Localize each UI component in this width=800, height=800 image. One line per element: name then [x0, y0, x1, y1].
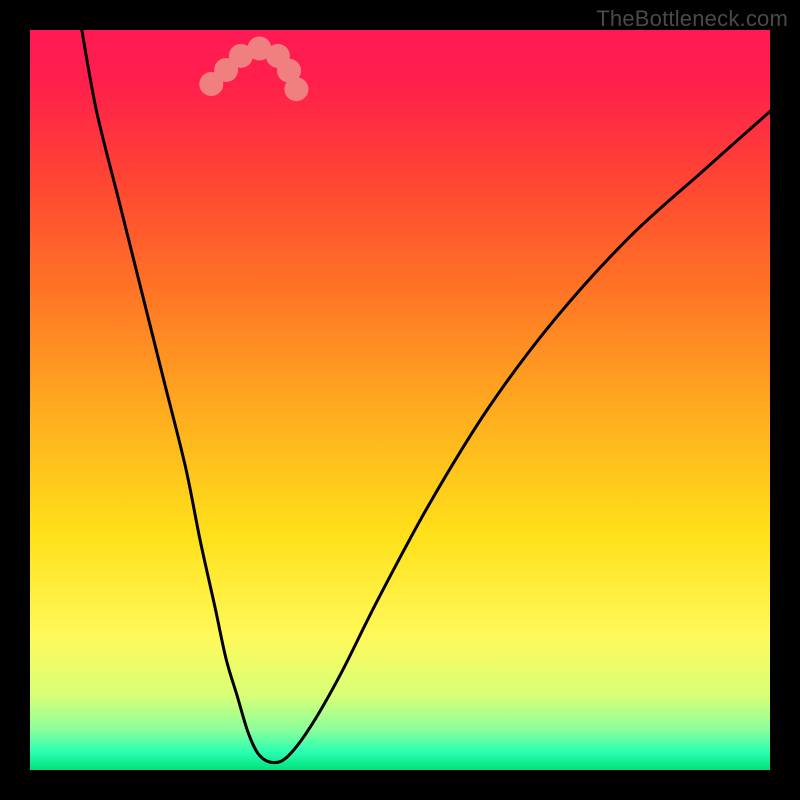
- bottleneck-curve: [82, 30, 770, 763]
- curve-layer: [30, 30, 770, 770]
- watermark-text: TheBottleneck.com: [596, 6, 788, 32]
- highlight-markers: [199, 37, 308, 102]
- plot-area: [30, 30, 770, 770]
- chart-frame: TheBottleneck.com: [0, 0, 800, 800]
- marker-dot: [284, 77, 308, 101]
